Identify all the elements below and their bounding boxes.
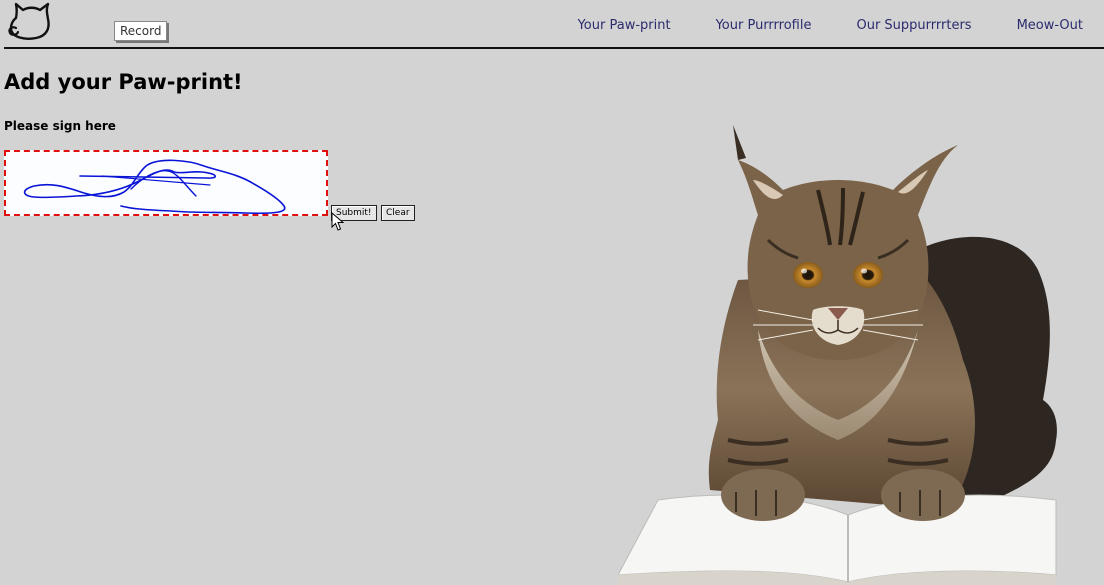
signature-label: Please sign here bbox=[4, 119, 116, 133]
mouse-pointer-icon bbox=[331, 212, 345, 231]
page: Record Your Paw-print Your Purrrrofile O… bbox=[0, 0, 1104, 585]
header-divider bbox=[4, 47, 1104, 49]
header: Record Your Paw-print Your Purrrrofile O… bbox=[0, 0, 1104, 50]
main-nav: Your Paw-print Your Purrrrofile Our Supp… bbox=[578, 18, 1083, 33]
cat-logo-icon[interactable] bbox=[6, 2, 52, 40]
record-button[interactable]: Record bbox=[114, 21, 168, 41]
clear-button[interactable]: Clear bbox=[381, 205, 415, 221]
nav-link-supporters[interactable]: Our Suppurrrrters bbox=[856, 18, 971, 33]
signature-pad[interactable] bbox=[4, 150, 328, 216]
nav-link-paw-print[interactable]: Your Paw-print bbox=[578, 18, 671, 33]
signature-stroke bbox=[23, 159, 286, 214]
cat-image bbox=[618, 125, 1057, 585]
nav-link-meow-out[interactable]: Meow-Out bbox=[1017, 18, 1083, 33]
page-title: Add your Paw-print! bbox=[4, 70, 243, 94]
nav-link-profile[interactable]: Your Purrrrofile bbox=[716, 18, 812, 33]
